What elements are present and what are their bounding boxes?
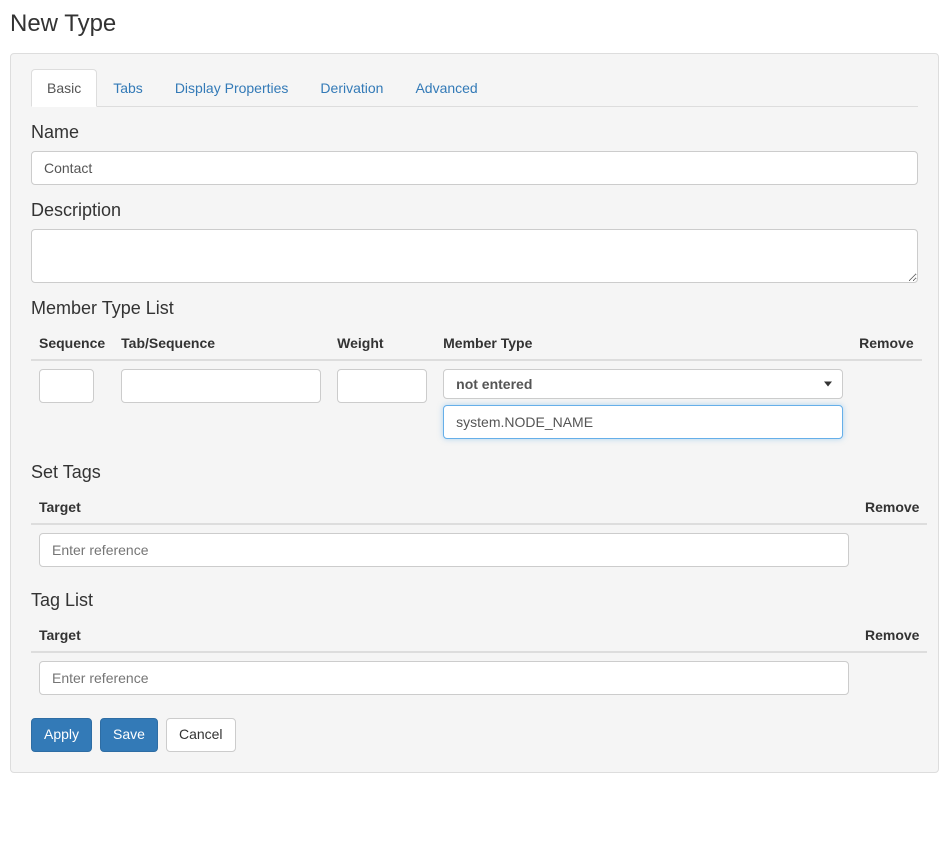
member-type-filter-input[interactable]: [443, 405, 843, 439]
sequence-input[interactable]: [39, 369, 94, 403]
tab-nav: Basic Tabs Display Properties Derivation…: [31, 69, 918, 107]
col-sequence: Sequence: [31, 327, 113, 360]
tab-tabs[interactable]: Tabs: [97, 69, 159, 107]
member-type-selected: not entered: [456, 376, 532, 392]
apply-button[interactable]: Apply: [31, 718, 92, 752]
cancel-button[interactable]: Cancel: [166, 718, 236, 752]
col-remove: Remove: [857, 619, 927, 652]
col-weight: Weight: [329, 327, 435, 360]
tab-display-properties[interactable]: Display Properties: [159, 69, 305, 107]
weight-input[interactable]: [337, 369, 427, 403]
col-target: Target: [31, 491, 857, 524]
form-panel: Basic Tabs Display Properties Derivation…: [10, 53, 939, 773]
tag-list-heading: Tag List: [31, 590, 918, 611]
tab-sequence-input[interactable]: [121, 369, 321, 403]
page-title: New Type: [10, 10, 939, 38]
description-input[interactable]: [31, 229, 918, 283]
set-tags-heading: Set Tags: [31, 462, 918, 483]
chevron-down-icon: [824, 382, 832, 387]
tab-basic[interactable]: Basic: [31, 69, 97, 107]
member-type-select[interactable]: not entered: [443, 369, 843, 399]
description-label: Description: [31, 200, 918, 221]
member-type-table: Sequence Tab/Sequence Weight Member Type…: [31, 327, 922, 447]
tag-list-target-input[interactable]: [39, 661, 849, 695]
name-label: Name: [31, 122, 918, 143]
set-tags-target-input[interactable]: [39, 533, 849, 567]
set-tags-table: Target Remove: [31, 491, 927, 575]
member-type-list-heading: Member Type List: [31, 298, 918, 319]
table-row: [31, 524, 927, 575]
table-row: [31, 652, 927, 703]
col-member-type: Member Type: [435, 327, 851, 360]
name-input[interactable]: [31, 151, 918, 185]
col-target: Target: [31, 619, 857, 652]
col-remove: Remove: [851, 327, 921, 360]
col-remove: Remove: [857, 491, 927, 524]
tag-list-table: Target Remove: [31, 619, 927, 703]
table-row: not entered: [31, 360, 922, 447]
button-row: Apply Save Cancel: [31, 718, 918, 752]
tab-derivation[interactable]: Derivation: [304, 69, 399, 107]
save-button[interactable]: Save: [100, 718, 158, 752]
tab-advanced[interactable]: Advanced: [399, 69, 493, 107]
col-tab-sequence: Tab/Sequence: [113, 327, 329, 360]
